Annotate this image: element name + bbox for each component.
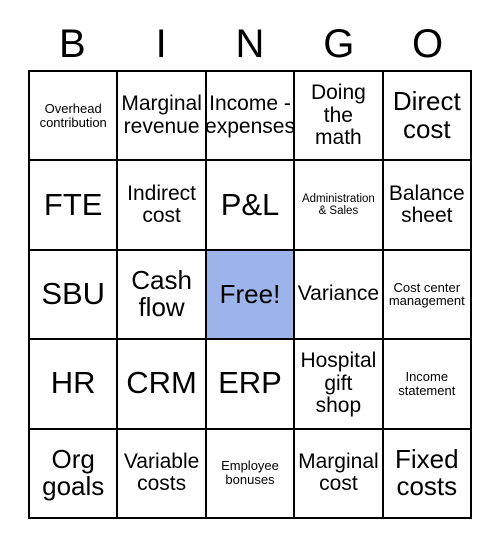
bingo-cell-free-space[interactable]: Free! (206, 250, 296, 341)
bingo-cell-i4[interactable]: CRM (118, 340, 207, 430)
bingo-cell-label: Free! (219, 278, 281, 309)
bingo-cell-n4[interactable]: ERP (206, 340, 296, 430)
bingo-cell-label: ERP (218, 365, 282, 401)
bingo-cell-label: Cost center management (388, 279, 465, 309)
bingo-cell-i3[interactable]: Cash flow (118, 250, 207, 341)
bingo-cell-label: Overhead contribution (39, 100, 107, 130)
bingo-cell-b3[interactable]: SBU (30, 250, 119, 341)
bingo-cell-label: Employee bonuses (221, 458, 279, 488)
bingo-cell-label: Org goals (42, 443, 105, 502)
bingo-cell-g4[interactable]: Hospital gift shop (295, 340, 384, 430)
bingo-cell-n2[interactable]: P&L (206, 161, 296, 251)
bingo-card: B I N G O Overhead contribution Marginal… (28, 18, 472, 519)
bingo-cell-label: Income - expenses (206, 92, 295, 138)
bingo-cell-o3[interactable]: Cost center management (383, 250, 472, 341)
bingo-cell-o1[interactable]: Direct cost (383, 72, 472, 162)
bingo-cell-label: Marginal revenue (121, 92, 202, 138)
bingo-cell-o2[interactable]: Balance sheet (383, 161, 472, 251)
bingo-cell-i5[interactable]: Variable costs (118, 429, 207, 519)
bingo-cell-g2[interactable]: Administration & Sales (295, 161, 384, 251)
bingo-cell-label: Hospital gift shop (300, 349, 377, 417)
bingo-header-letter-n: N (235, 22, 265, 66)
bingo-cell-n5[interactable]: Employee bonuses (206, 429, 296, 519)
bingo-cell-i1[interactable]: Marginal revenue (118, 72, 207, 162)
bingo-cell-label: Income statement (398, 369, 456, 398)
bingo-cell-label: SBU (41, 276, 106, 312)
bingo-cell-label: FTE (43, 186, 103, 222)
bingo-cell-o4[interactable]: Income statement (383, 340, 472, 430)
bingo-cell-label: Balance sheet (388, 181, 465, 228)
bingo-cell-label: Direct cost (392, 86, 461, 144)
bingo-cell-b4[interactable]: HR (30, 340, 119, 430)
bingo-cell-label: CRM (126, 365, 197, 401)
bingo-cell-b2[interactable]: FTE (30, 161, 119, 251)
bingo-header-letter-b: B (59, 22, 86, 66)
bingo-cell-label: Indirect cost (127, 181, 197, 228)
bingo-cell-label: P&L (220, 186, 280, 222)
bingo-cell-label: Variable costs (123, 450, 200, 496)
bingo-header-letter-i: I (155, 22, 167, 66)
bingo-header-letter-o: O (412, 22, 444, 66)
bingo-cell-label: Cash flow (131, 264, 192, 323)
bingo-cell-n1[interactable]: Income - expenses (206, 72, 296, 162)
bingo-cell-g5[interactable]: Marginal cost (295, 429, 384, 519)
bingo-header-row: B I N G O (28, 18, 472, 70)
bingo-cell-g1[interactable]: Doing the math (295, 72, 384, 162)
bingo-header-letter-g: G (323, 22, 355, 66)
bingo-cell-g3[interactable]: Variance (295, 250, 384, 341)
bingo-cell-label: Fixed costs (395, 443, 459, 502)
bingo-cell-label: Administration & Sales (301, 192, 375, 218)
bingo-cell-i2[interactable]: Indirect cost (118, 161, 207, 251)
bingo-cell-o5[interactable]: Fixed costs (383, 429, 472, 519)
bingo-cell-label: Doing the math (310, 81, 366, 149)
bingo-cell-b5[interactable]: Org goals (30, 429, 119, 519)
bingo-cell-b1[interactable]: Overhead contribution (30, 72, 119, 162)
bingo-cell-label: HR (50, 365, 96, 401)
bingo-grid: Overhead contribution Marginal revenue I… (28, 70, 472, 519)
bingo-cell-label: Variance (297, 282, 380, 306)
bingo-cell-label: Marginal cost (298, 450, 379, 496)
